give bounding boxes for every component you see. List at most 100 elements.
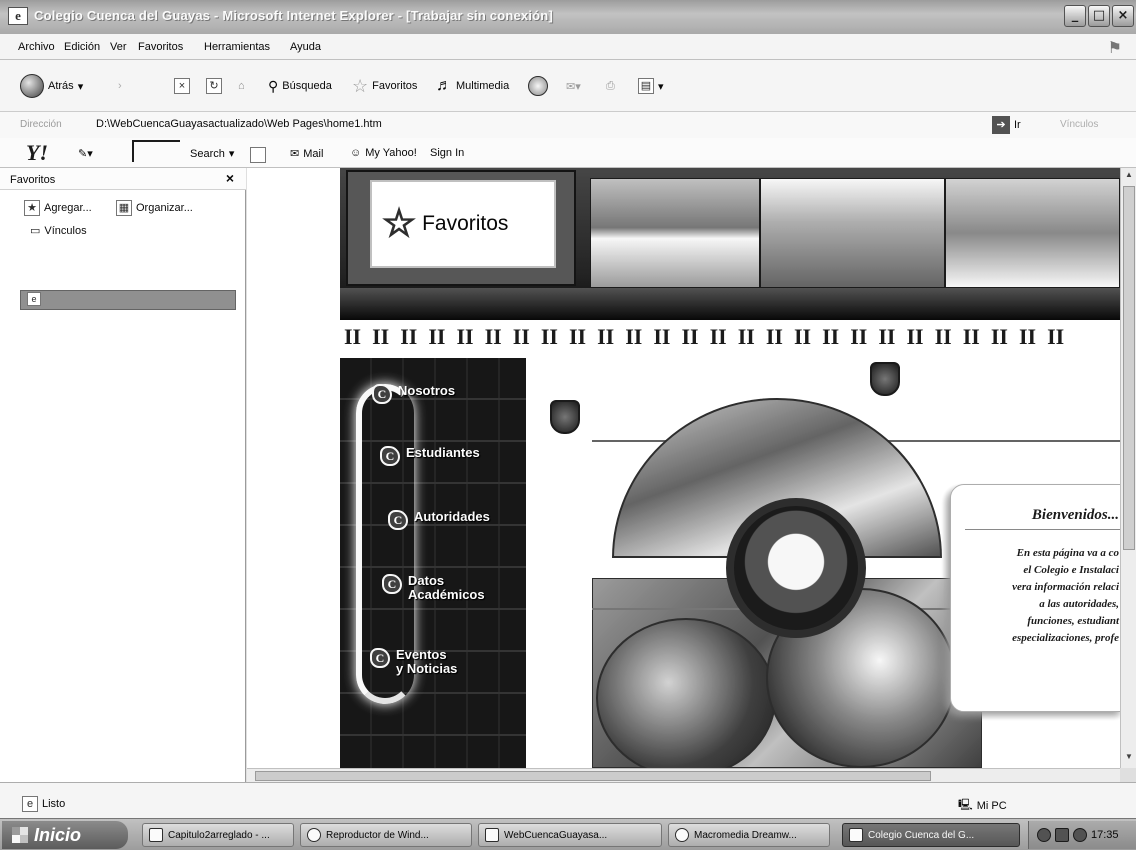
media-button[interactable]: ♬ Multimedia: [436, 74, 509, 98]
yahoo-logo[interactable]: Y!: [26, 140, 48, 166]
media-player-icon: [307, 828, 321, 842]
yahoo-toolbar: Y! ✎▾ Search ▾ ✉ Mail ☺ My Yahoo! Sign I…: [0, 138, 1136, 168]
search-button[interactable]: ⚲ Búsqueda: [268, 74, 332, 98]
sign-in-button[interactable]: Sign In: [430, 147, 464, 159]
taskbar-item-label: Macromedia Dreamw...: [694, 829, 797, 841]
mail-icon: ✉▾: [566, 80, 581, 93]
organize-label: Organizar...: [136, 202, 193, 214]
edit-button[interactable]: ▤ ▾: [638, 74, 664, 98]
status-text: Listo: [42, 798, 66, 810]
menu-ayuda[interactable]: Ayuda: [290, 41, 321, 53]
add-favorite-button[interactable]: ★ Agregar...: [24, 200, 92, 216]
yahoo-mail-label: Mail: [303, 147, 324, 160]
school-building-photo: [760, 178, 945, 288]
menu-ver[interactable]: Ver: [110, 41, 127, 53]
folder-icon: ▭: [30, 225, 41, 237]
stop-icon: ×: [174, 78, 190, 94]
taskbar-item-internet-explorer[interactable]: Colegio Cuenca del G...: [842, 823, 1020, 847]
internet-explorer-icon: [849, 828, 863, 842]
menu-favoritos[interactable]: Favoritos: [138, 41, 183, 53]
scroll-up-icon[interactable]: ▲: [1123, 170, 1135, 184]
vertical-scrollbar[interactable]: ▲ ▼: [1120, 168, 1136, 768]
nav-eventos-noticias[interactable]: C Eventos y Noticias: [370, 648, 457, 676]
history-button[interactable]: [528, 74, 548, 98]
page-icon: e: [22, 796, 38, 812]
taskbar-item-label: Capitulo2arreglado - ...: [168, 829, 270, 841]
network-icon[interactable]: [1037, 828, 1051, 842]
scroll-thumb[interactable]: [255, 771, 931, 781]
yahoo-bookmark-button[interactable]: [250, 147, 266, 163]
selected-favorite-item[interactable]: e: [20, 290, 236, 310]
menu-bar: Archivo Edición Ver Favoritos Herramient…: [0, 34, 1136, 60]
go-button[interactable]: ➔ Ir: [992, 116, 1021, 134]
start-button[interactable]: Inicio: [2, 821, 128, 849]
menu-edicion[interactable]: Edición: [64, 41, 100, 53]
nav-nosotros[interactable]: C Nosotros: [372, 384, 455, 404]
nav-label: Datos Académicos: [408, 573, 485, 602]
address-input[interactable]: D:\WebCuencaGuayasactualizado\Web Pages\…: [96, 118, 382, 130]
taskbar-item-label: Colegio Cuenca del G...: [868, 829, 975, 841]
favorites-button[interactable]: ☆ Favoritos: [352, 74, 417, 98]
organize-favorites-button[interactable]: ▦ Organizar...: [116, 200, 193, 216]
taskbar-item-label: Reproductor de Wind...: [326, 829, 429, 841]
forward-button[interactable]: ›: [118, 74, 122, 98]
status-zone-label: Mi PC: [976, 799, 1007, 812]
print-button[interactable]: ⎙: [606, 74, 615, 98]
start-label: Inicio: [34, 824, 82, 845]
taskbar-item-media-player[interactable]: Reproductor de Wind...: [300, 823, 472, 847]
menu-archivo[interactable]: Archivo: [18, 41, 55, 53]
internet-explorer-icon: e: [8, 7, 28, 25]
word-icon: [149, 828, 163, 842]
edit-icon: ▤: [638, 78, 654, 94]
home-button[interactable]: ⌂: [238, 74, 245, 98]
back-button[interactable]: Atrás ▾: [20, 74, 83, 98]
nav-datos-academicos[interactable]: C Datos Académicos: [382, 574, 485, 602]
my-yahoo-icon: ☺: [350, 147, 362, 159]
mail-button[interactable]: ✉▾: [566, 74, 581, 98]
taskbar-item-word[interactable]: Capitulo2arreglado - ...: [142, 823, 294, 847]
horizontal-scrollbar[interactable]: [247, 768, 1120, 782]
close-icon[interactable]: ×: [226, 170, 234, 186]
scroll-down-icon[interactable]: ▼: [1123, 752, 1135, 766]
back-label: Atrás: [48, 80, 74, 92]
volume-icon[interactable]: [1055, 828, 1069, 842]
menu-herramientas[interactable]: Herramientas: [204, 41, 270, 53]
stop-button[interactable]: ×: [174, 74, 190, 98]
links-button[interactable]: Vínculos: [1060, 119, 1098, 130]
nav-label: Estudiantes: [406, 445, 480, 460]
favorites-callout-label: Favoritos: [422, 212, 509, 235]
taskbar-item-folder[interactable]: WebCuencaGuayasa...: [478, 823, 662, 847]
nav-label: Eventos y Noticias: [396, 647, 458, 676]
back-arrow-icon: [20, 74, 44, 98]
status-zone: 🖳 Mi PC: [958, 796, 1007, 815]
yahoo-search-label: Search: [190, 147, 225, 160]
links-folder-label: Vínculos: [44, 224, 87, 237]
status-bar: e Listo 🖳 Mi PC: [0, 782, 1136, 818]
star-icon: ☆: [352, 75, 369, 96]
dreamweaver-icon: [675, 828, 689, 842]
refresh-button[interactable]: ↻: [206, 74, 222, 98]
links-folder[interactable]: ▭ Vínculos: [30, 224, 87, 238]
close-window-button[interactable]: ×: [1112, 5, 1134, 27]
nav-bullet-icon: C: [370, 648, 390, 668]
my-yahoo-button[interactable]: ☺ My Yahoo!: [350, 147, 417, 159]
yahoo-search-button[interactable]: Search ▾: [190, 147, 234, 161]
search-icon: ⚲: [268, 77, 279, 94]
welcome-text: En esta página va a co el Colegio e Inst…: [1012, 547, 1119, 644]
students-circle-photo: [726, 498, 866, 638]
maximize-button[interactable]: □: [1088, 5, 1110, 27]
yahoo-mail-button[interactable]: ✉ Mail: [290, 147, 324, 161]
go-arrow-icon: ➔: [992, 116, 1010, 134]
nav-estudiantes[interactable]: C Estudiantes: [380, 446, 480, 466]
minimize-button[interactable]: _: [1064, 5, 1086, 27]
nav-autoridades[interactable]: C Autoridades: [388, 510, 490, 530]
pencil-icon[interactable]: ✎▾: [78, 147, 93, 160]
refresh-icon: ↻: [206, 78, 222, 94]
favorites-callout: ☆ Favoritos: [346, 170, 576, 286]
scroll-thumb[interactable]: [1123, 186, 1135, 550]
antivirus-icon[interactable]: [1073, 828, 1087, 842]
taskbar-item-dreamweaver[interactable]: Macromedia Dreamw...: [668, 823, 830, 847]
folder-icon: [485, 828, 499, 842]
my-yahoo-label: My Yahoo!: [365, 147, 417, 159]
title-bar: e Colegio Cuenca del Guayas - Microsoft …: [0, 0, 1136, 34]
